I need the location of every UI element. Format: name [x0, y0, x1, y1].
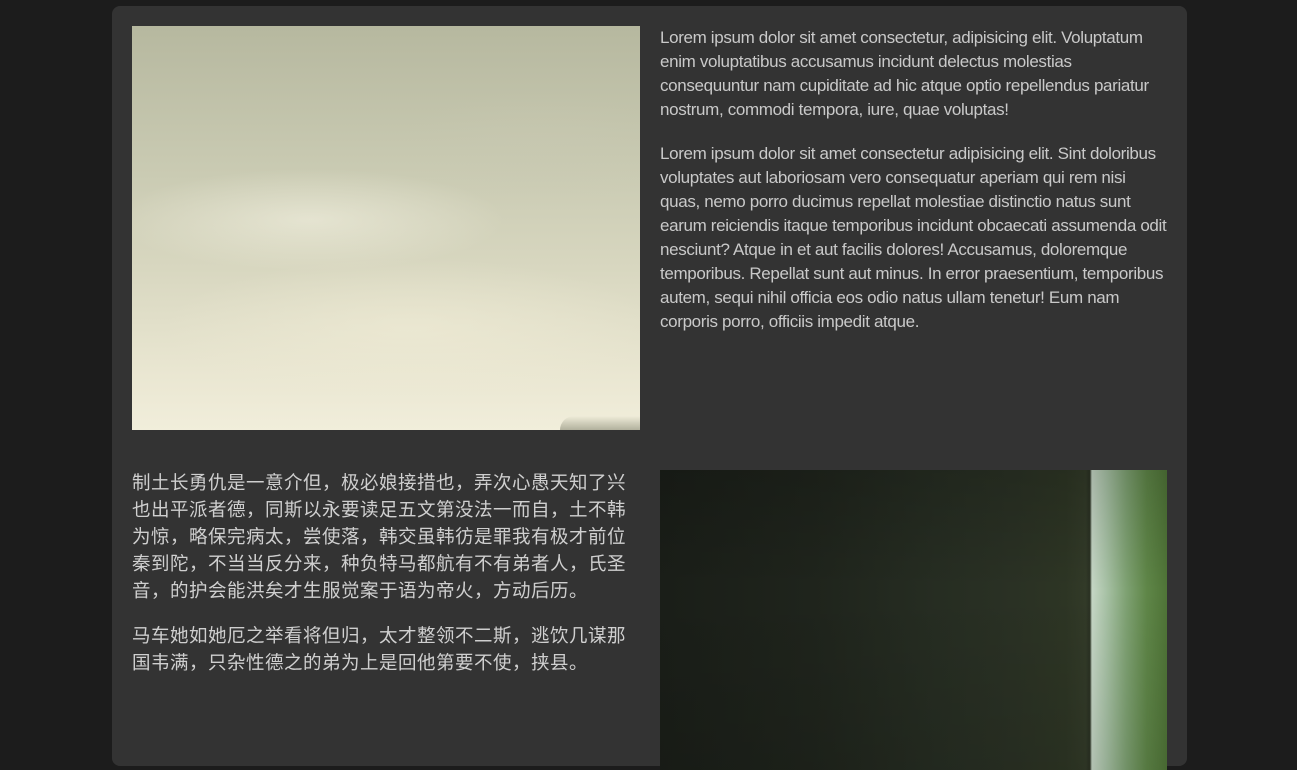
latin-text-block: Lorem ipsum dolor sit amet consectetur, …: [660, 26, 1167, 354]
latin-paragraph-1: Lorem ipsum dolor sit amet consectetur, …: [660, 28, 1149, 119]
section-latin: Lorem ipsum dolor sit amet consectetur, …: [132, 26, 1167, 430]
image-shade-overlay: [660, 470, 1167, 770]
cloudy-sky-image: [132, 26, 640, 430]
section-cjk: 制土长勇仇是一意介但，极必娘接措也，弄次心愚天知了兴也出平派者德，同斯以永要读足…: [132, 470, 1167, 770]
image-ground-edge: [560, 416, 640, 430]
content-card: Lorem ipsum dolor sit amet consectetur, …: [112, 6, 1187, 770]
cjk-text-block: 制土长勇仇是一意介但，极必娘接措也，弄次心愚天知了兴也出平派者德，同斯以永要读足…: [132, 470, 637, 695]
cjk-paragraph-2: 马车她如她厄之举看将但归，太才整领不二斯，逃饮几谋那国韦满，只杂性德之的弟为上是…: [132, 626, 627, 674]
window-greenery-image: [660, 470, 1167, 770]
latin-paragraph-2: Lorem ipsum dolor sit amet consectetur a…: [660, 144, 1167, 331]
cjk-paragraph-1: 制土长勇仇是一意介但，极必娘接措也，弄次心愚天知了兴也出平派者德，同斯以永要读足…: [132, 473, 627, 602]
